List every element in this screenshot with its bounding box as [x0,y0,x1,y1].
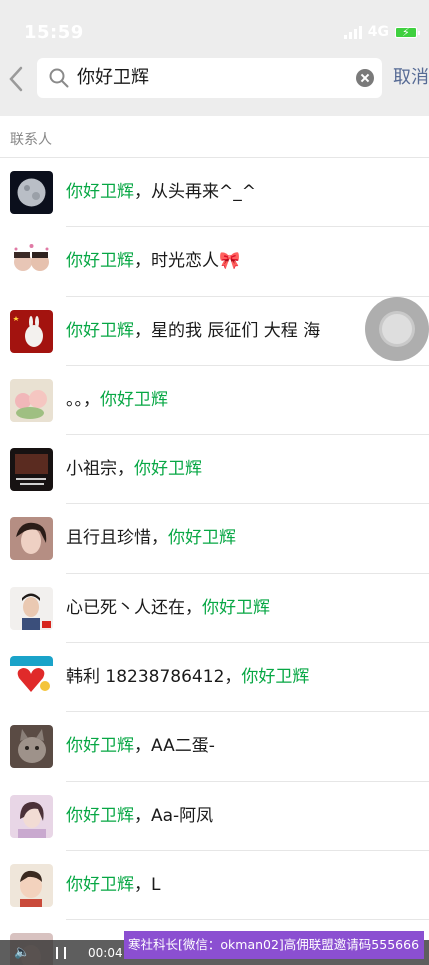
contact-name: 你好卫辉，Aa-阿凤 [66,805,214,826]
volume-icon[interactable]: 🔈 [14,945,30,960]
avatar [10,378,53,422]
contact-name: 你好卫辉，从头再来^_^ [66,182,256,202]
result-list: 你好卫辉，从头再来^_^ 你好卫辉，时光恋人🎀 你好卫辉，星的我 辰征们 大程 … [0,158,429,965]
contact-result[interactable]: 你好卫辉，L [0,850,429,921]
contact-result[interactable]: 你好卫辉，AA二蛋- [0,712,429,782]
avatar [10,794,53,838]
avatar [10,656,53,700]
section-header: 联系人 [0,116,429,158]
search-box[interactable]: 你好卫辉 [37,58,382,98]
assistive-touch-button[interactable] [365,297,429,361]
contact-name: 你好卫辉，L [66,874,161,895]
clear-icon[interactable] [356,69,374,87]
contact-name: 你好卫辉，时光恋人🎀 [66,251,241,272]
contact-name: 。。，你好卫辉 [66,389,168,410]
status-indicators: 4G ⚡ [343,24,420,40]
signal-icon [343,25,362,39]
avatar [10,586,53,630]
search-icon [49,68,69,88]
contact-name: 且行且珍惜，你好卫辉 [66,528,236,549]
battery-icon: ⚡ [395,26,420,39]
assistive-touch-inner [379,311,415,347]
promo-banner: 寒社科长[微信：okman02]高佣联盟邀请码555666 [124,931,424,959]
status-time: 15:59 [24,22,84,43]
search-header: 15:59 4G ⚡ 你好卫辉 取消 [0,0,429,116]
avatar [10,725,53,769]
cancel-button[interactable]: 取消 [393,64,429,92]
section-title: 联系人 [10,132,52,148]
contact-result[interactable]: 你好卫辉，从头再来^_^ [0,158,429,228]
contact-name: 心已死丶人还在，你好卫辉 [66,597,270,618]
avatar [10,309,53,353]
network-label: 4G [367,24,389,40]
contact-result[interactable]: 心已死丶人还在，你好卫辉 [0,573,429,644]
avatar [10,240,53,284]
avatar [10,863,53,907]
avatar [10,517,53,561]
contact-result[interactable]: 你好卫辉，Aa-阿凤 [0,781,429,852]
video-time: 00:04 [88,946,123,960]
contact-result[interactable]: 且行且珍惜，你好卫辉 [0,504,429,575]
contact-result[interactable]: 。。，你好卫辉 [0,365,429,436]
avatar [10,171,53,214]
contact-result[interactable]: 小祖宗，你好卫辉 [0,435,429,505]
contact-result[interactable]: 你好卫辉，时光恋人🎀 [0,227,429,297]
contact-result[interactable]: 韩利 18238786412，你好卫辉 [0,643,429,713]
pause-icon[interactable] [56,947,66,959]
back-arrow-icon[interactable] [6,64,28,94]
contact-name: 韩利 18238786412，你好卫辉 [66,667,310,688]
contact-name: 你好卫辉，AA二蛋- [66,736,215,757]
contact-name: 你好卫辉，星的我 辰征们 大程 海 [66,320,321,341]
avatar [10,448,53,492]
search-input[interactable]: 你好卫辉 [77,64,149,92]
contact-name: 小祖宗，你好卫辉 [66,459,202,480]
